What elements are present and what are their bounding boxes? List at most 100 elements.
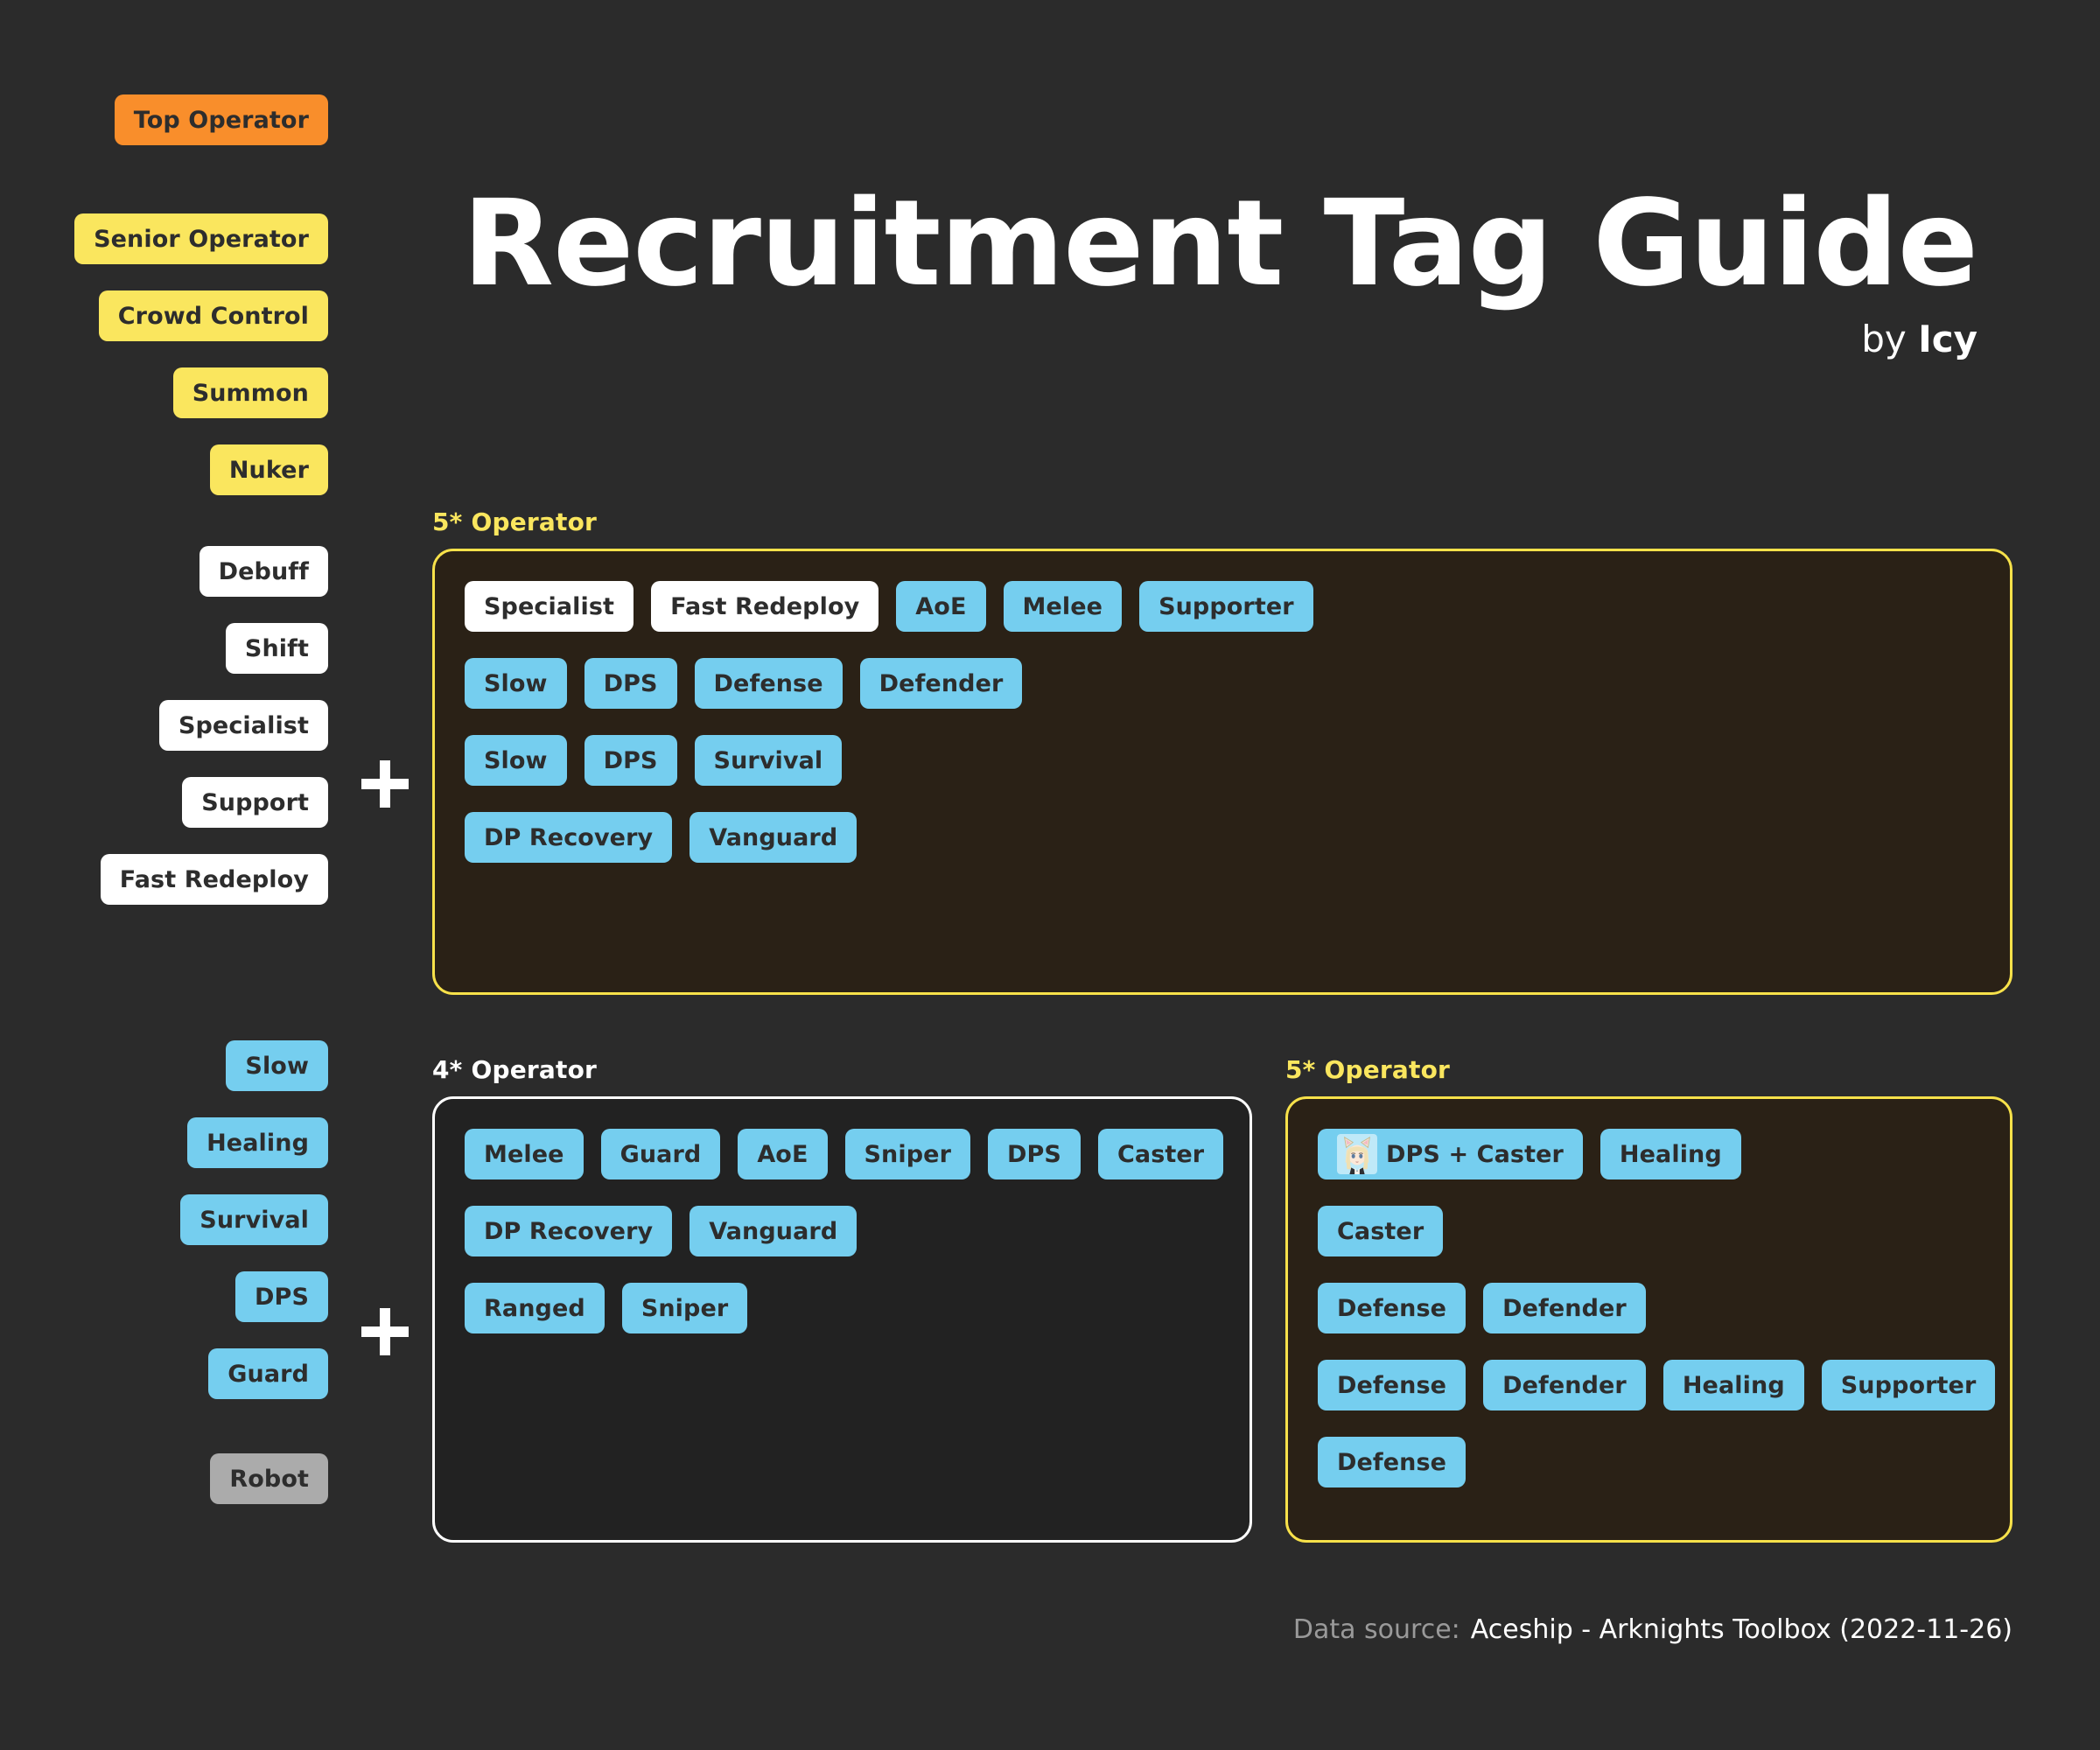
panel-label-top-5star: 5* Operator (432, 508, 598, 536)
byline-prefix: by (1861, 317, 1907, 360)
tag-senior-operator[interactable]: Senior Operator (74, 214, 328, 264)
left-tag-column: Top Operator Senior Operator Crowd Control… (0, 0, 341, 1504)
left-tag-row: Support (0, 777, 341, 828)
tag-fast-redeploy[interactable]: Fast Redeploy (651, 581, 879, 632)
plus-icon-bottom (361, 1308, 409, 1355)
tag-label: DPS (1007, 1140, 1061, 1168)
4star-tag-row: DP Recovery Vanguard (465, 1206, 1220, 1256)
tag-top-operator[interactable]: Top Operator (114, 94, 328, 145)
tag-aoe[interactable]: AoE (896, 581, 986, 632)
tag-slow[interactable]: Slow (465, 658, 567, 709)
tag-sniper[interactable]: Sniper (621, 1283, 748, 1334)
tag-specialist[interactable]: Specialist (158, 700, 328, 751)
tag-label: Vanguard (709, 823, 838, 851)
tag-defender[interactable]: Defender (859, 658, 1023, 709)
tag-supporter[interactable]: Supporter (1139, 581, 1313, 632)
left-tag-row: Shift (0, 623, 341, 674)
tag-robot[interactable]: Robot (210, 1453, 328, 1504)
tag-supporter[interactable]: Supporter (1821, 1360, 1996, 1410)
panel-label-4star: 4* Operator (432, 1055, 598, 1084)
tag-sniper[interactable]: Sniper (844, 1129, 970, 1180)
tag-label: Defender (878, 669, 1004, 697)
tag-slow[interactable]: Slow (465, 735, 567, 786)
tag-dps-caster[interactable]: DPS + Caster (1318, 1129, 1583, 1180)
tag-nuker[interactable]: Nuker (209, 444, 328, 495)
tag-healing[interactable]: Healing (187, 1117, 328, 1168)
tag-dps[interactable]: DPS (988, 1129, 1081, 1180)
tag-specialist[interactable]: Specialist (465, 581, 634, 632)
tag-defense[interactable]: Defense (1318, 1437, 1466, 1488)
tag-label: Survival (713, 746, 823, 774)
tag-vanguard[interactable]: Vanguard (690, 1206, 858, 1256)
tag-guard[interactable]: Guard (208, 1348, 328, 1399)
tag-melee[interactable]: Melee (1003, 581, 1123, 632)
tag-label: Debuff (218, 557, 309, 585)
tag-defender[interactable]: Defender (1483, 1360, 1646, 1410)
tag-label: Supporter (1158, 592, 1294, 620)
tag-aoe[interactable]: AoE (738, 1129, 828, 1180)
tag-healing[interactable]: Healing (1600, 1129, 1741, 1180)
panel-body-top-5star: Specialist Fast Redeploy AoE Melee Supporter… (432, 549, 2012, 995)
left-tag-row: Nuker (0, 444, 341, 495)
tag-defense[interactable]: Defense (1318, 1360, 1466, 1410)
bottom-5star-tag-row: Defense Defender Healing Supporter (1318, 1360, 1996, 1410)
tag-label: Healing (206, 1129, 309, 1157)
plus-icon-top (361, 760, 409, 808)
tag-label: Slow (484, 746, 548, 774)
tag-label: Crowd Control (117, 302, 309, 330)
tag-summon[interactable]: Summon (172, 368, 328, 418)
left-tag-row: Specialist (0, 700, 341, 751)
tag-defense[interactable]: Defense (694, 658, 843, 709)
tag-label: Melee (1022, 592, 1103, 620)
panel-4star: 4* Operator Melee Guard AoE Sniper DPS Caster… (432, 1055, 1252, 1543)
tag-shift[interactable]: Shift (225, 623, 328, 674)
tag-label: AoE (915, 592, 967, 620)
tag-survival[interactable]: Survival (180, 1194, 328, 1245)
tag-label: DPS + Caster (1386, 1140, 1564, 1168)
bottom-5star-tag-row: Defense Defender (1318, 1283, 1980, 1334)
tag-caster[interactable]: Caster (1318, 1206, 1444, 1256)
tag-label: Defender (1502, 1371, 1627, 1399)
title-block: Recruitment Tag Guide by Icy (438, 184, 1978, 360)
top-5star-tag-row: Specialist Fast Redeploy AoE Melee Supporter (465, 581, 1980, 632)
tag-label: Robot (229, 1465, 309, 1493)
tag-label: Healing (1619, 1140, 1722, 1168)
recruitment-tag-guide-page: Top Operator Senior Operator Crowd Control… (0, 0, 2100, 1750)
tag-label: Fast Redeploy (670, 592, 860, 620)
tag-healing[interactable]: Healing (1662, 1360, 1804, 1410)
tag-dps[interactable]: DPS (584, 735, 677, 786)
tag-dp-recovery[interactable]: DP Recovery (465, 812, 673, 863)
tag-label: Supporter (1840, 1371, 1977, 1399)
tag-label: AoE (757, 1140, 808, 1168)
left-tag-row: Senior Operator (0, 214, 341, 264)
tag-guard[interactable]: Guard (600, 1129, 721, 1180)
tag-slow[interactable]: Slow (226, 1040, 328, 1091)
left-tag-row: Survival (0, 1194, 341, 1245)
tag-crowd-control[interactable]: Crowd Control (98, 290, 328, 341)
tag-label: Nuker (228, 456, 309, 484)
top-5star-tag-row: DP Recovery Vanguard (465, 812, 1980, 863)
tag-label: Defense (1337, 1448, 1447, 1476)
tag-fast-redeploy[interactable]: Fast Redeploy (100, 854, 328, 905)
tag-vanguard[interactable]: Vanguard (690, 812, 858, 863)
bottom-5star-tag-row: Caster (1318, 1206, 1980, 1256)
tag-dps[interactable]: DPS (584, 658, 677, 709)
tag-debuff[interactable]: Debuff (199, 546, 328, 597)
tag-defense[interactable]: Defense (1318, 1283, 1466, 1334)
tag-label: Fast Redeploy (119, 865, 309, 893)
tag-label: Defense (1337, 1294, 1447, 1322)
left-tag-group-common: Slow Healing Survival DPS Guard Robot (0, 1040, 341, 1504)
tag-label: Ranged (484, 1294, 585, 1322)
tag-dp-recovery[interactable]: DP Recovery (465, 1206, 673, 1256)
tag-caster[interactable]: Caster (1097, 1129, 1224, 1180)
tag-label: Top Operator (133, 106, 309, 134)
tag-support[interactable]: Support (182, 777, 328, 828)
tag-label: Guard (228, 1360, 309, 1388)
tag-ranged[interactable]: Ranged (465, 1283, 605, 1334)
tag-label: Survival (200, 1206, 309, 1234)
left-tag-row: Slow (0, 1040, 341, 1091)
tag-survival[interactable]: Survival (694, 735, 843, 786)
tag-defender[interactable]: Defender (1483, 1283, 1646, 1334)
tag-melee[interactable]: Melee (465, 1129, 584, 1180)
tag-dps[interactable]: DPS (235, 1271, 328, 1322)
